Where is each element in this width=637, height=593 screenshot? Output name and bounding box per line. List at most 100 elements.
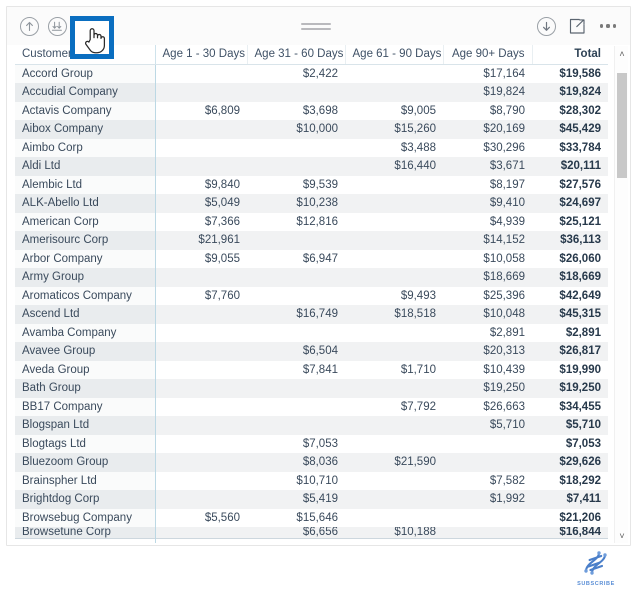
column-header-age-61-90[interactable]: Age 61 - 90 Days [345, 45, 444, 65]
table-row[interactable]: Alembic Ltd $9,840 $9,539 $8,197 $27,576 [15, 175, 608, 194]
vertical-scrollbar[interactable]: ˄ ˅ [614, 46, 628, 543]
cell-age-31-60: $10,710 [296, 474, 338, 487]
cell-customer-name: Aromaticos Company [15, 286, 156, 305]
cell-customer-name: Aibox Company [15, 120, 156, 139]
table-row[interactable]: Brightdog Corp $5,419 $1,992 $7,411 [15, 490, 608, 509]
cell-age-31-60: $2,422 [302, 67, 338, 80]
cell-customer-name: BB17 Company [15, 397, 156, 416]
drill-through-icon[interactable] [535, 15, 557, 37]
cell-age-90-plus: $17,164 [483, 67, 525, 80]
total-row: Total $719,885 $765,047 $535,322 $2,409,… [15, 538, 608, 543]
cell-age-31-60: $9,539 [302, 178, 338, 191]
dna-helix-icon [584, 551, 607, 575]
cell-age-61-90 [345, 435, 443, 454]
cell-age-61-90: $7,792 [400, 400, 436, 413]
drill-up-circle [19, 16, 39, 36]
table-body: Accord Group $2,422 $17,164 $19,586 Accudial… [15, 64, 608, 539]
table-row[interactable]: Avamba Company $2,891 $2,891 [15, 323, 608, 343]
cell-age-61-90 [345, 64, 443, 83]
cell-row-total: $19,824 [532, 83, 608, 102]
table-row[interactable]: Accord Group $2,422 $17,164 $19,586 [15, 64, 608, 83]
table-row[interactable]: Accudial Company $19,824 $19,824 [15, 83, 608, 102]
column-header-total[interactable]: Total [532, 45, 608, 65]
scrollbar-thumb[interactable] [617, 73, 627, 178]
cell-age-1-30 [155, 453, 247, 472]
table-row[interactable]: Bath Group $19,250 $19,250 [15, 379, 608, 398]
column-header-age-31-60[interactable]: Age 31 - 60 Days [247, 45, 346, 65]
table-row[interactable]: Bluezoom Group $8,036 $21,590 $29,626 [15, 453, 608, 472]
cell-age-31-60: $8,036 [247, 453, 345, 472]
table-row[interactable]: BB17 Company $7,792 $26,663 $34,455 [15, 397, 608, 417]
cell-age-31-60: $6,656 [247, 527, 345, 539]
cell-age-1-30 [155, 342, 247, 361]
cell-age-31-60: $10,000 [247, 120, 345, 139]
cell-age-61-90 [345, 213, 443, 232]
cell-row-total: $19,990 [559, 363, 601, 376]
cell-age-90-plus: $20,169 [443, 120, 532, 139]
table-row[interactable]: Brainspher Ltd $10,710 $7,582 $18,292 [15, 471, 608, 490]
cell-age-61-90 [345, 250, 443, 269]
cell-customer-name: ALK-Abello Ltd [15, 194, 156, 213]
table-row[interactable]: Blogspan Ltd $5,710 $5,710 [15, 416, 608, 435]
table-row[interactable]: Aromaticos Company $7,760 $9,493 $25,396 $42… [15, 286, 608, 305]
table-row[interactable]: Aveda Group $7,841 $1,710 $10,439 $19,990 [15, 360, 608, 379]
cell-age-31-60 [247, 379, 345, 398]
table-row[interactable]: Aldi Ltd $16,440 $3,671 $20,111 [15, 157, 608, 176]
cell-age-61-90: $16,440 [345, 157, 443, 176]
cell-age-61-90 [345, 194, 443, 213]
cell-age-1-30: $7,760 [204, 289, 240, 302]
cell-age-1-30 [155, 398, 247, 417]
cell-age-1-30 [155, 157, 247, 176]
drill-up-icon[interactable] [18, 15, 40, 37]
power-bi-matrix-visual: Customer Name Age 1 - 30 Days Age 31 - 6… [0, 0, 637, 593]
cell-customer-name: Aimbo Corp [15, 138, 156, 157]
scrollbar-track[interactable] [615, 61, 629, 528]
drill-down-mode-icon[interactable] [46, 15, 68, 37]
cell-age-31-60 [247, 139, 345, 158]
scroll-up-arrow-icon[interactable]: ˄ [615, 46, 629, 61]
scroll-down-arrow-icon[interactable]: ˅ [615, 528, 629, 543]
cell-row-total: $45,429 [532, 120, 608, 139]
cell-age-31-60 [247, 398, 345, 417]
cell-age-1-30 [155, 83, 247, 102]
table-row[interactable]: Aibox Company $10,000 $15,260 $20,169 $45,42… [15, 120, 608, 139]
cell-customer-name: Avamba Company [15, 323, 156, 342]
table-row[interactable]: Avavee Group $6,504 $20,313 $26,817 [15, 342, 608, 361]
table-row[interactable]: Browsebug Company $5,560 $15,646 $21,206 [15, 508, 608, 527]
table-row[interactable]: Aimbo Corp $3,488 $30,296 $33,784 [15, 138, 608, 158]
cell-customer-name: Amerisourc Corp [15, 231, 156, 250]
table-row[interactable]: Ascend Ltd $16,749 $18,518 $10,048 $45,315 [15, 305, 608, 324]
cell-customer-name: Bluezoom Group [15, 453, 156, 472]
cell-age-1-30: $9,840 [204, 178, 240, 191]
cell-age-31-60: $6,947 [302, 252, 338, 265]
cell-customer-name: Alembic Ltd [15, 175, 156, 194]
cell-row-total: $19,250 [532, 379, 608, 398]
cell-customer-name: Blogspan Ltd [15, 416, 156, 435]
cell-age-31-60: $12,816 [296, 215, 338, 228]
matrix-table-scroll-region[interactable]: Customer Name Age 1 - 30 Days Age 31 - 6… [15, 45, 608, 543]
cell-row-total: $19,586 [559, 67, 601, 80]
drag-handle-icon[interactable] [301, 22, 331, 30]
focus-mode-icon[interactable] [566, 15, 588, 37]
cell-row-total: $7,411 [532, 490, 608, 509]
table-row[interactable]: Arbor Company $9,055 $6,947 $10,058 $26,060 [15, 249, 608, 269]
cell-age-61-90: $9,005 [400, 104, 436, 117]
cell-age-1-30 [155, 435, 247, 454]
table-row[interactable]: Blogtags Ltd $7,053 $7,053 [15, 434, 608, 454]
cell-age-61-90 [345, 324, 443, 343]
cell-age-90-plus: $19,250 [443, 379, 532, 398]
total-row-label: Total [15, 538, 156, 543]
cell-age-90-plus: $26,663 [483, 400, 525, 413]
up-arrow-glyph [25, 21, 33, 31]
column-header-age-90-plus[interactable]: Age 90+ Days [443, 45, 533, 65]
table-row[interactable]: Browsetune Corp $6,656 $10,188 $16,844 [15, 527, 608, 539]
ellipsis-glyph [600, 24, 616, 28]
table-row[interactable]: Army Group $18,669 $18,669 [15, 268, 608, 287]
table-row[interactable]: Amerisourc Corp $21,961 $14,152 $36,113 [15, 231, 608, 250]
column-header-age-1-30[interactable]: Age 1 - 30 Days [155, 45, 248, 65]
table-row[interactable]: ALK-Abello Ltd $5,049 $10,238 $9,410 $24,697 [15, 194, 608, 213]
table-row[interactable]: American Corp $7,366 $12,816 $4,939 $25,121 [15, 212, 608, 232]
more-options-icon[interactable] [597, 15, 619, 37]
table-row[interactable]: Actavis Company $6,809 $3,698 $9,005 $8,790 $… [15, 101, 608, 120]
cell-age-90-plus: $18,669 [443, 268, 532, 287]
